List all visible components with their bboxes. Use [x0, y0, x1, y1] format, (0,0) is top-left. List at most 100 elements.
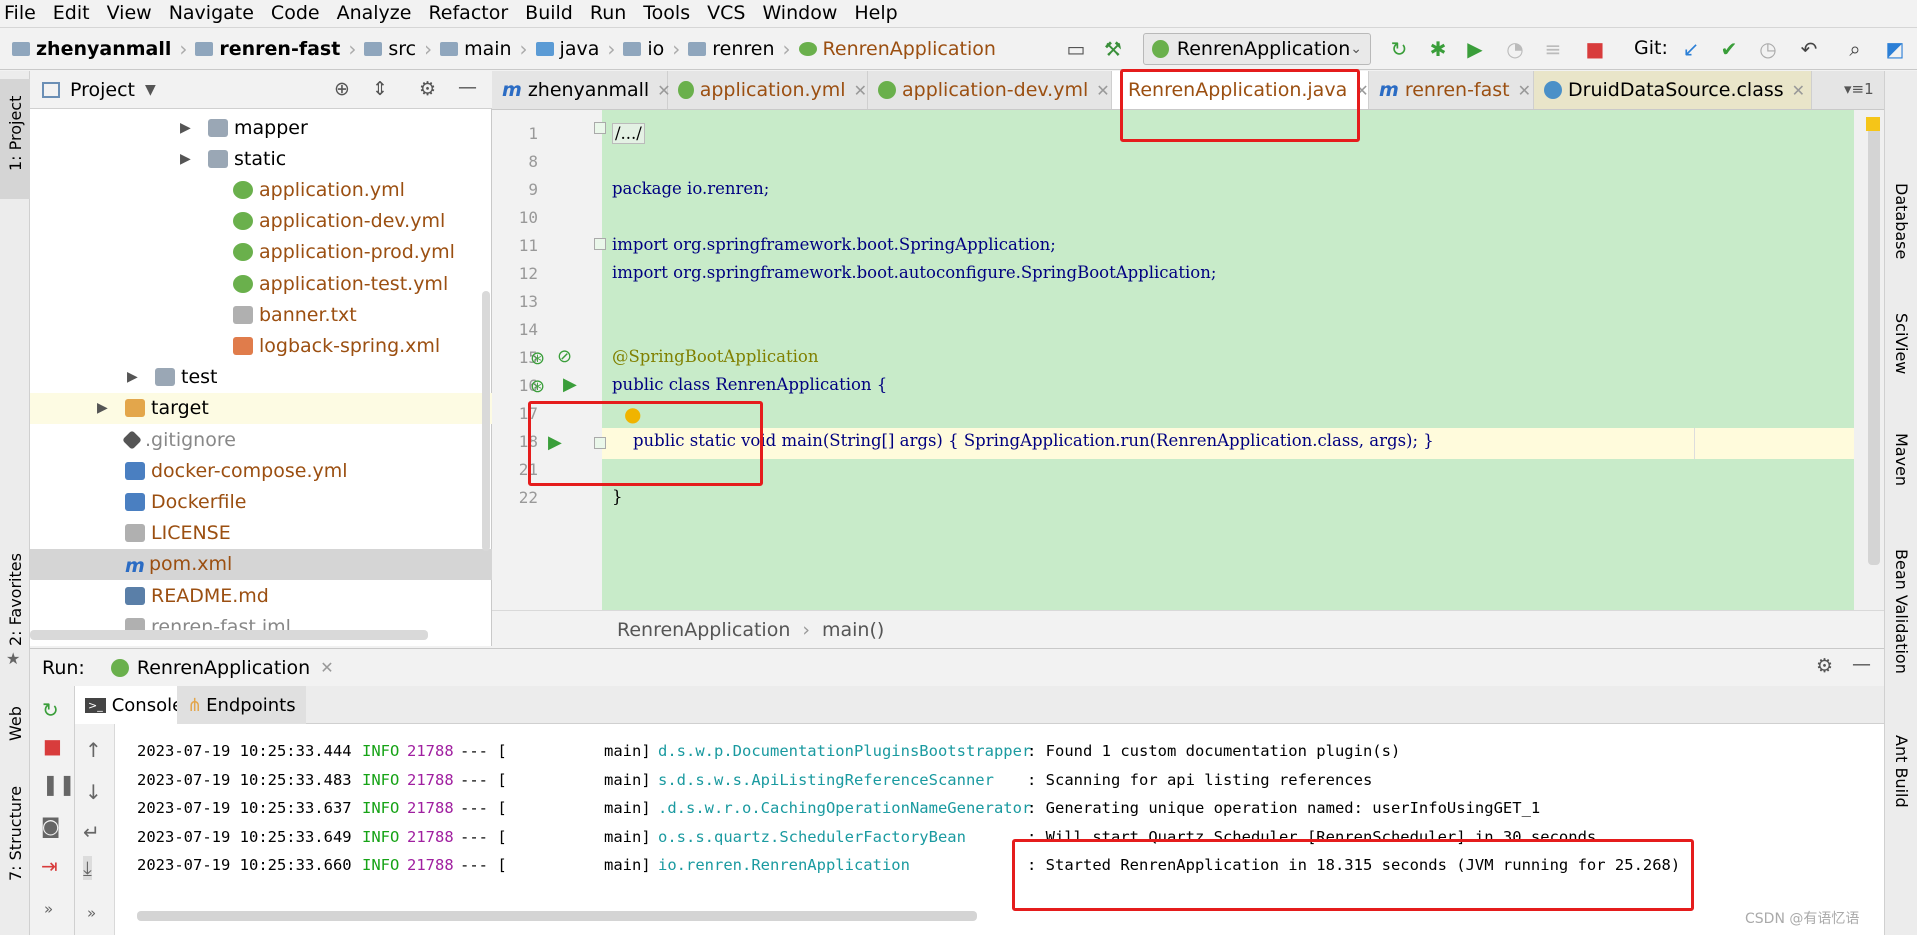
- breadcrumb-item[interactable]: RenrenApplication: [823, 38, 996, 60]
- close-icon[interactable]: ✕: [1096, 81, 1109, 100]
- chevron-right-icon[interactable]: ▶: [127, 369, 143, 385]
- tree-item[interactable]: application-dev.yml: [30, 206, 492, 237]
- stop-icon[interactable]: ■: [1582, 36, 1608, 62]
- menu-edit[interactable]: Edit: [53, 2, 90, 24]
- tree-item[interactable]: application-test.yml: [30, 268, 492, 299]
- breadcrumb-item[interactable]: java: [560, 38, 600, 60]
- breadcrumb-item[interactable]: src: [388, 38, 416, 60]
- gear-icon[interactable]: ⚙: [1816, 655, 1833, 677]
- chevron-right-icon[interactable]: ▶: [180, 120, 196, 136]
- profile-icon[interactable]: ◔: [1502, 36, 1528, 62]
- tab-renren-fast[interactable]: m renren-fast ✕: [1369, 71, 1534, 109]
- code-line[interactable]: import org.springframework.boot.SpringAp…: [612, 235, 1056, 254]
- menu-help[interactable]: Help: [854, 2, 897, 24]
- run-config-tab[interactable]: RenrenApplication: [137, 657, 310, 679]
- editor-scrollbar[interactable]: [1868, 125, 1880, 565]
- scroll-to-end-icon[interactable]: ⤓: [83, 856, 92, 880]
- exit-icon[interactable]: ⇥: [41, 854, 58, 878]
- menu-view[interactable]: View: [107, 2, 152, 24]
- tool-window-database[interactable]: Database: [1892, 183, 1911, 259]
- editor-breadcrumb-item[interactable]: main(): [822, 619, 884, 641]
- menu-build[interactable]: Build: [525, 2, 573, 24]
- tab-zhenyanmall[interactable]: m zhenyanmall ✕: [492, 71, 671, 109]
- debug-icon[interactable]: ✱: [1425, 36, 1451, 62]
- breadcrumb-item[interactable]: renren: [712, 38, 774, 60]
- tab-druiddatasource-class[interactable]: DruidDataSource.class ✕: [1534, 71, 1812, 109]
- tool-window-structure[interactable]: 7: Structure: [6, 786, 25, 881]
- project-structure-icon[interactable]: ▭: [1063, 36, 1089, 62]
- git-update-icon[interactable]: ↙: [1678, 36, 1704, 62]
- close-icon[interactable]: ✕: [320, 658, 333, 677]
- gear-icon[interactable]: ⚙: [419, 78, 436, 100]
- console-horizontal-scrollbar[interactable]: [137, 911, 977, 921]
- menu-analyze[interactable]: Analyze: [337, 2, 412, 24]
- tool-window-web[interactable]: Web: [6, 706, 25, 741]
- soft-wrap-icon[interactable]: ↵: [83, 820, 100, 844]
- search-icon[interactable]: ⌕: [1842, 36, 1868, 62]
- close-icon[interactable]: ✕: [1518, 81, 1531, 100]
- arrow-down-icon[interactable]: ↓: [85, 780, 102, 804]
- locate-icon[interactable]: ⊕: [334, 78, 350, 100]
- tree-item[interactable]: banner.txt: [30, 299, 492, 330]
- collapse-all-icon[interactable]: ⇕: [372, 78, 388, 100]
- chevron-right-icon[interactable]: ▶: [97, 400, 113, 416]
- tree-item[interactable]: docker-compose.yml: [30, 455, 492, 486]
- build-hammer-icon[interactable]: ⚒: [1100, 36, 1126, 62]
- tab-endpoints[interactable]: ⋔ Endpoints: [177, 686, 306, 724]
- menu-vcs[interactable]: VCS: [707, 2, 745, 24]
- ide-settings-icon[interactable]: ◩: [1882, 36, 1908, 62]
- code-line[interactable]: }: [612, 487, 623, 506]
- tree-item[interactable]: LICENSE: [30, 518, 492, 549]
- menu-refactor[interactable]: Refactor: [428, 2, 508, 24]
- menu-navigate[interactable]: Navigate: [169, 2, 254, 24]
- tree-item[interactable]: README.md: [30, 580, 492, 611]
- git-commit-icon[interactable]: ✔: [1716, 36, 1742, 62]
- more-icon[interactable]: »: [44, 900, 53, 918]
- rerun-icon[interactable]: ↻: [42, 698, 59, 722]
- menu-code[interactable]: Code: [271, 2, 320, 24]
- tree-item[interactable]: m pom.xml: [30, 548, 492, 580]
- tool-window-bean-validation[interactable]: Bean Validation: [1892, 549, 1911, 674]
- breadcrumb-item[interactable]: renren-fast: [219, 38, 340, 60]
- code-line[interactable]: @SpringBootApplication: [612, 347, 818, 366]
- horizontal-scrollbar[interactable]: [30, 630, 428, 640]
- fold-icon[interactable]: [594, 238, 606, 250]
- code-line[interactable]: /.../: [612, 123, 645, 144]
- tool-window-ant-build[interactable]: Ant Build: [1892, 735, 1911, 808]
- vertical-scrollbar[interactable]: [482, 291, 490, 551]
- tool-window-project[interactable]: 1: Project: [6, 96, 25, 171]
- tool-window-favorites[interactable]: 2: Favorites: [6, 553, 25, 646]
- breadcrumb-item[interactable]: io: [647, 38, 664, 60]
- close-icon[interactable]: ✕: [854, 81, 867, 100]
- code-line[interactable]: package io.renren;: [612, 179, 769, 198]
- git-rollback-icon[interactable]: ↶: [1796, 36, 1822, 62]
- tool-window-maven[interactable]: Maven: [1892, 433, 1911, 486]
- run-step-icon[interactable]: ≡: [1540, 36, 1566, 62]
- fold-icon[interactable]: [594, 122, 606, 134]
- arrow-up-icon[interactable]: ↑: [85, 738, 102, 762]
- menu-run[interactable]: Run: [590, 2, 626, 24]
- stop-icon[interactable]: ■: [43, 734, 62, 758]
- menu-window[interactable]: Window: [762, 2, 837, 24]
- tree-item[interactable]: application-prod.yml: [30, 237, 492, 268]
- tree-item[interactable]: ▶ mapper: [30, 112, 492, 143]
- breadcrumb-item[interactable]: zhenyanmall: [36, 38, 171, 60]
- menu-tools[interactable]: Tools: [643, 2, 690, 24]
- tab-application-dev-yml[interactable]: application-dev.yml ✕: [868, 71, 1112, 109]
- tree-item[interactable]: .gitignore: [30, 424, 492, 455]
- run-configuration-select[interactable]: RenrenApplication ⌄: [1143, 33, 1371, 65]
- chevron-down-icon[interactable]: ▼: [145, 82, 156, 98]
- inspection-indicator[interactable]: [1866, 117, 1880, 131]
- run-with-coverage-icon[interactable]: ▶: [1462, 36, 1488, 62]
- chevron-right-icon[interactable]: ▶: [180, 151, 196, 167]
- tree-item[interactable]: ▶ static: [30, 143, 492, 174]
- tree-item[interactable]: ▶ target: [30, 392, 492, 424]
- git-history-icon[interactable]: ◷: [1755, 36, 1781, 62]
- breadcrumb-item[interactable]: main: [464, 38, 511, 60]
- pause-icon[interactable]: ❚❚: [42, 772, 76, 796]
- tree-item[interactable]: Dockerfile: [30, 486, 492, 517]
- tab-overflow-button[interactable]: ▾≡1: [1844, 80, 1874, 98]
- minimize-icon[interactable]: —: [458, 76, 477, 98]
- tree-item[interactable]: application.yml: [30, 174, 492, 205]
- tool-window-sciview[interactable]: SciView: [1892, 313, 1911, 374]
